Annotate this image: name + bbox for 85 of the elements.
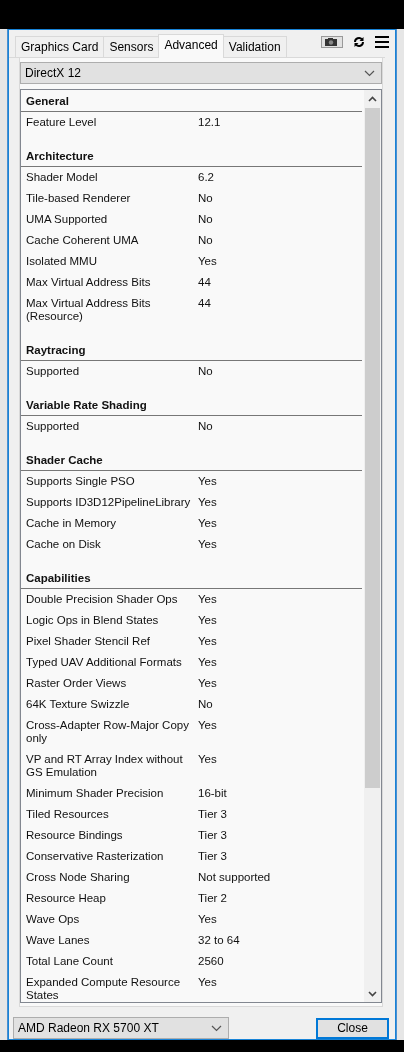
property-label: 64K Texture Swizzle — [26, 698, 131, 712]
property-value: No — [198, 365, 214, 379]
property-label: Supports ID3D12PipelineLibrary — [26, 496, 192, 510]
property-value: 6.2 — [198, 171, 215, 185]
property-label: UMA Supported — [26, 213, 109, 227]
property-value: Yes — [198, 976, 218, 991]
property-label: Double Precision Shader Ops — [26, 593, 179, 607]
property-value: Yes — [198, 677, 218, 691]
property-value: Tier 3 — [198, 850, 228, 864]
property-label: Shader Model — [26, 171, 99, 185]
refresh-icon[interactable] — [353, 36, 365, 48]
section-heading: Variable Rate Shading — [21, 382, 362, 417]
property-value: Yes — [198, 656, 218, 670]
property-label: Resource Bindings — [26, 829, 124, 843]
property-label: Tile-based Renderer — [26, 192, 132, 206]
property-value: Yes — [198, 753, 218, 768]
scroll-down-icon[interactable] — [368, 990, 377, 997]
property-value: No — [198, 192, 214, 206]
property-label: Cross Node Sharing — [26, 871, 131, 885]
property-label: Logic Ops in Blend States — [26, 614, 160, 628]
property-value: 12.1 — [198, 116, 222, 130]
property-label: Pixel Shader Stencil Ref — [26, 635, 151, 649]
property-label: Expanded Compute Resource States — [26, 976, 182, 1003]
property-value: Tier 3 — [198, 829, 228, 843]
property-label: Cache Coherent UMA — [26, 234, 140, 248]
property-value: Yes — [198, 719, 218, 734]
property-label: Tiled Resources — [26, 808, 110, 822]
property-value: Yes — [198, 593, 218, 607]
property-value: No — [198, 698, 214, 712]
property-label: Max Virtual Address Bits — [26, 276, 152, 290]
property-value: Yes — [198, 538, 218, 552]
property-value: 2560 — [198, 955, 225, 969]
property-label: VP and RT Array Index without GS Emulation — [26, 753, 184, 780]
scrollbar[interactable] — [364, 90, 381, 1003]
property-label: Wave Lanes — [26, 934, 91, 948]
property-label: Supported — [26, 365, 81, 379]
close-button[interactable]: Close — [316, 1017, 389, 1039]
property-value: Yes — [198, 635, 218, 649]
property-label: Minimum Shader Precision — [26, 787, 165, 801]
property-value: 44 — [198, 297, 212, 312]
property-label: Conservative Rasterization — [26, 850, 165, 864]
property-label: Resource Heap — [26, 892, 107, 906]
property-label: Cache in Memory — [26, 517, 118, 531]
property-label: Cache on Disk — [26, 538, 102, 552]
property-value: No — [198, 213, 214, 227]
property-value: Yes — [198, 614, 218, 628]
property-label: Wave Ops — [26, 913, 81, 927]
tab[interactable]: Graphics Card — [15, 36, 105, 58]
property-value: Yes — [198, 496, 218, 510]
property-label: Cross-Adapter Row-Major Copy only — [26, 719, 190, 746]
property-label: Max Virtual Address Bits (Resource) — [26, 297, 152, 324]
tab[interactable]: Validation — [222, 36, 287, 58]
property-value: 16-bit — [198, 787, 228, 801]
property-value: Yes — [198, 255, 218, 269]
property-value: No — [198, 234, 214, 248]
gpu-dropdown[interactable]: AMD Radeon RX 5700 XT — [13, 1017, 229, 1039]
api-dropdown[interactable]: DirectX 12 — [20, 62, 382, 85]
property-label: Isolated MMU — [26, 255, 98, 269]
property-value: No — [198, 420, 214, 434]
property-value: Yes — [198, 517, 218, 531]
tab[interactable]: Advanced — [158, 34, 224, 59]
property-value: 44 — [198, 276, 212, 290]
property-label: Supports Single PSO — [26, 475, 136, 489]
section-heading: Architecture — [21, 133, 362, 168]
camera-icon[interactable] — [321, 36, 343, 48]
scrollbar-thumb[interactable] — [365, 108, 380, 789]
property-value: Tier 3 — [198, 808, 228, 822]
scroll-up-icon[interactable] — [368, 95, 377, 102]
section-heading: Shader Cache — [21, 437, 362, 472]
property-value: Yes — [198, 475, 218, 489]
property-value: 32 to 64 — [198, 934, 241, 948]
property-label: Total Lane Count — [26, 955, 114, 969]
section-heading: Capabilities — [21, 555, 362, 590]
property-label: Supported — [26, 420, 81, 434]
property-value: Tier 2 — [198, 892, 228, 906]
chevron-down-icon[interactable] — [211, 1024, 222, 1032]
property-label: Raster Order Views — [26, 677, 128, 691]
section-heading: Raytracing — [21, 327, 362, 362]
menu-icon[interactable] — [375, 36, 389, 48]
property-label: Feature Level — [26, 116, 98, 130]
section-heading: General — [21, 90, 362, 113]
property-value: Yes — [198, 913, 218, 927]
chevron-down-icon[interactable] — [364, 69, 375, 77]
property-label: Typed UAV Additional Formats — [26, 656, 183, 670]
property-value: Not supported — [198, 871, 272, 885]
